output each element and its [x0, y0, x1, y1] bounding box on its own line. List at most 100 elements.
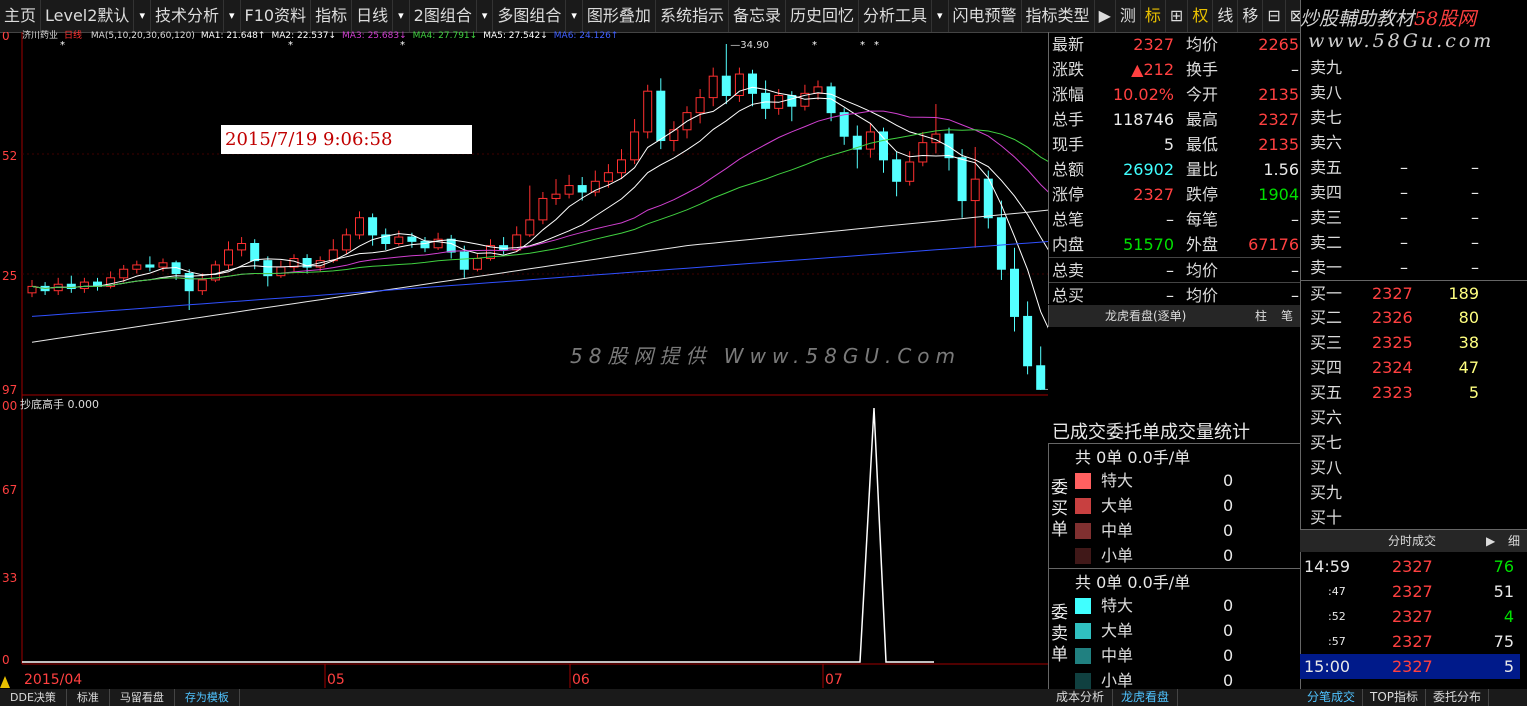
dropdown-arrow-icon[interactable]: ▾ [477, 0, 494, 32]
order-book-volume: 38 [1458, 333, 1479, 352]
quote-label: 换手 [1186, 60, 1219, 79]
toolbar-item-12[interactable]: 分析工具 [859, 0, 932, 32]
toolbar-item-0[interactable]: 主页 [0, 0, 42, 32]
order-stat-row: 大单 0 [1075, 618, 1295, 643]
toolbar-item-20[interactable]: 线 [1213, 0, 1239, 32]
trade-price: 2327 [1392, 607, 1433, 626]
toolbar-item-8[interactable]: 图形叠加 [583, 0, 656, 32]
toolbar-item-5[interactable]: 日线 [352, 0, 394, 32]
toolbar-item-10[interactable]: 备忘录 [729, 0, 786, 32]
bottom-tab-0[interactable]: DDE决策 [0, 689, 67, 706]
candle-body [407, 236, 417, 242]
rp2-tab-2[interactable]: 委托分布 [1426, 689, 1490, 706]
toolbar-item-7[interactable]: 多图组合 [493, 0, 567, 32]
quote-row: 总手 118746 最高 2327 [1049, 107, 1301, 132]
time-sales-row[interactable]: 14:59 2327 76 [1300, 554, 1520, 579]
quote-value: 26902 [1123, 160, 1174, 179]
toolbar-item-3[interactable]: F10资料 [241, 0, 312, 32]
toolbar-item-21[interactable]: 移 [1238, 0, 1264, 32]
quote-value: 10.02% [1112, 85, 1174, 104]
order-book-label: 买一 [1310, 284, 1343, 303]
toolbar-item-6[interactable]: 2图组合 [410, 0, 477, 32]
x-axis-label: 2015/04 [24, 672, 82, 688]
quote-label: 涨停 [1052, 185, 1085, 204]
candle-body [459, 251, 469, 270]
dropdown-arrow-icon[interactable]: ▾ [224, 0, 241, 32]
bottom-tab-2[interactable]: 马留看盘 [110, 689, 175, 706]
toolbar-item-4[interactable]: 指标 [311, 0, 353, 32]
candle-body [839, 112, 849, 137]
y-axis-label: 25 [2, 269, 17, 283]
quote-value: 67176 [1248, 235, 1299, 254]
rp-tab-1[interactable]: 龙虎看盘 [1113, 689, 1179, 706]
order-size-value: 0 [1223, 596, 1234, 615]
toolbar-item-13[interactable]: 闪电预警 [949, 0, 1022, 32]
candle-body [643, 90, 653, 133]
quote-value: 118746 [1112, 110, 1174, 129]
longhu-title[interactable]: 龙虎看盘(逐单) [1105, 305, 1186, 327]
quote-row: 涨跌 ▲212 换手 – [1049, 57, 1301, 82]
order-book-row: 买三 2325 38 [1300, 330, 1527, 355]
time-sales-row[interactable]: 15:00 2327 5 [1300, 654, 1520, 679]
rp2-tab-1[interactable]: TOP指标 [1363, 689, 1427, 706]
order-book-row: 买二 2326 80 [1300, 305, 1527, 330]
toolbar-item-22[interactable]: ⊟ [1263, 0, 1286, 32]
order-book-label: 卖一 [1310, 258, 1343, 277]
quote-value: 5 [1163, 135, 1174, 154]
quote-label: 总手 [1052, 110, 1085, 129]
order-book-row: 买八 [1300, 455, 1527, 480]
toolbar-item-23[interactable]: ⊠ [1286, 0, 1300, 32]
time-sales-row[interactable]: :52 2327 4 [1300, 604, 1520, 629]
order-book-label: 买八 [1310, 458, 1343, 477]
candle-body [734, 73, 744, 96]
x-axis-label: 06 [572, 672, 590, 688]
trade-time: :47 [1328, 585, 1346, 598]
order-book-price: 2325 [1372, 333, 1413, 352]
candle-body [394, 236, 404, 244]
rp2-tab-0[interactable]: 分笔成交 [1300, 689, 1364, 706]
rp-tab-0[interactable]: 成本分析 [1048, 689, 1114, 706]
play-icon[interactable]: ▶ [1486, 530, 1495, 552]
quote-label: 涨跌 [1052, 60, 1085, 79]
order-book-price: – [1400, 208, 1408, 227]
toolbar-item-17[interactable]: 标 [1141, 0, 1166, 32]
dropdown-arrow-icon[interactable]: ▾ [932, 0, 949, 32]
toolbar-item-2[interactable]: 技术分析 [151, 0, 224, 32]
trade-time: :57 [1328, 635, 1346, 648]
toolbar-item-14[interactable]: 指标类型 [1022, 0, 1095, 32]
toolbar-item-1[interactable]: Level2默认 [41, 0, 135, 32]
stock-name[interactable]: 济川药业 [22, 31, 58, 41]
bottom-tab-3[interactable]: 存为模板 [175, 689, 240, 706]
order-book-label: 卖三 [1310, 208, 1343, 227]
order-book-label: 卖四 [1310, 183, 1343, 202]
toolbar-item-15[interactable]: ▶ [1095, 0, 1116, 32]
toolbar-item-18[interactable]: ⊞ [1166, 0, 1189, 32]
toolbar-item-9[interactable]: 系统指示 [656, 0, 729, 32]
quote-label: 现手 [1052, 135, 1085, 154]
dropdown-arrow-icon[interactable]: ▾ [566, 0, 583, 32]
order-book-row: 买六 [1300, 405, 1527, 430]
toolbar-item-16[interactable]: 测 [1116, 0, 1141, 32]
dropdown-arrow-icon[interactable]: ▾ [393, 0, 410, 32]
site-url: www.58Gu.com [1308, 30, 1495, 52]
toolbar-item-19[interactable]: 权 [1188, 0, 1214, 32]
toolbar-item-11[interactable]: 历史回忆 [786, 0, 859, 32]
time-sales-row[interactable]: :47 2327 51 [1300, 579, 1520, 604]
bottom-tab-1[interactable]: 标准 [67, 689, 110, 706]
order-book-label: 买九 [1310, 483, 1343, 502]
longhu-tick-button[interactable]: 笔 [1281, 305, 1293, 327]
top-toolbar: 主页 Level2默认 ▾ 技术分析 ▾ F10资料 指标 日线 ▾ 2图组合 ▾ 多图组合 ▾ 图形叠加… [0, 0, 1300, 33]
order-book-row: 买七 [1300, 430, 1527, 455]
detail-button[interactable]: 细 [1508, 530, 1520, 552]
quote-value: – [1291, 210, 1299, 229]
time-sales-row[interactable]: :57 2327 75 [1300, 629, 1520, 654]
order-book-label: 买五 [1310, 383, 1343, 402]
y-axis-label: 52 [2, 149, 17, 163]
ma-legend-item: MA(5,10,20,30,60,120) [90, 31, 195, 41]
dropdown-arrow-icon[interactable]: ▾ [134, 0, 151, 32]
order-size-value: 0 [1223, 496, 1234, 515]
right-panel-tabs: 成本分析 龙虎看盘 [1048, 689, 1300, 706]
order-size-value: 0 [1223, 521, 1234, 540]
longhu-bar-button[interactable]: 柱 [1255, 305, 1267, 327]
quote-label: 最高 [1186, 110, 1219, 129]
